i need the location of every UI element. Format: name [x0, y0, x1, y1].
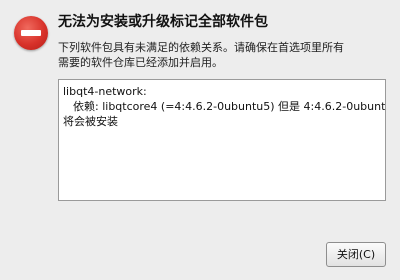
- error-icon: [14, 16, 48, 50]
- dialog-message: 下列软件包具有未满足的依赖关系。请确保在首选项里所有需要的软件仓库已经添加并启用…: [58, 41, 344, 69]
- details-package: libqt4-network:: [63, 85, 147, 98]
- close-button[interactable]: 关闭(C): [326, 242, 386, 267]
- error-dialog: 无法为安装或升级标记全部软件包 下列软件包具有未满足的依赖关系。请确保在首选项里…: [0, 0, 400, 280]
- details-text-area[interactable]: libqt4-network: 依赖: libqtcore4 (=4:4.6.2…: [58, 79, 386, 201]
- dialog-title: 无法为安装或升级标记全部软件包: [58, 14, 268, 30]
- error-icon-bar: [21, 30, 41, 36]
- details-note: 将会被安装: [63, 115, 118, 128]
- details-dependency: 依赖: libqtcore4 (=4:4.6.2-0ubuntu5) 但是 4:…: [73, 100, 386, 113]
